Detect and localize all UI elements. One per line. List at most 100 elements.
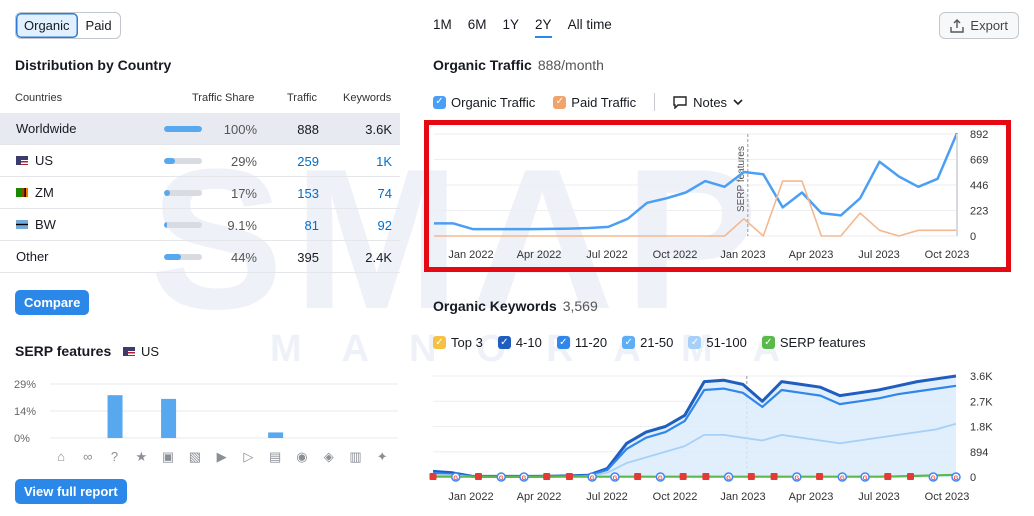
reviews-icon[interactable]: ★ [135, 449, 147, 464]
serp-bar[interactable] [107, 395, 123, 438]
x-tick-label: Oct 2023 [925, 491, 970, 503]
flag-marker-icon[interactable] [747, 473, 755, 480]
news-icon[interactable]: ▥ [349, 449, 361, 464]
view-full-report-button[interactable]: View full report [15, 479, 127, 504]
traffic-value[interactable]: 153 [297, 186, 319, 201]
organic-traffic-label: Organic Traffic [433, 57, 532, 73]
x-tick-label: Apr 2023 [789, 249, 834, 261]
share-bar [164, 222, 202, 228]
x-tick-label: Jul 2022 [586, 491, 628, 503]
sitelinks-icon[interactable]: ∞ [83, 449, 92, 464]
academic-icon[interactable]: ◈ [324, 449, 334, 464]
legend-51-100[interactable]: ✓ 51-100 [688, 335, 747, 350]
google-update-icon[interactable]: G [610, 472, 620, 482]
country-row[interactable]: ZM 17% 153 74 [0, 177, 400, 209]
google-update-icon[interactable]: G [928, 472, 939, 482]
legend-21-50[interactable]: ✓ 21-50 [622, 335, 673, 350]
keywords-value[interactable]: 74 [378, 186, 392, 201]
legend-11-20[interactable]: ✓ 11-20 [556, 335, 607, 350]
period-1m[interactable]: 1M [433, 17, 452, 38]
google-update-icon[interactable]: G [655, 472, 666, 482]
google-update-icon[interactable]: G [837, 472, 848, 482]
video-icon[interactable]: ▶ [217, 449, 227, 464]
flag-marker-icon[interactable] [565, 473, 573, 480]
flag-marker-icon[interactable] [429, 473, 437, 480]
legend-4-10[interactable]: ✓ 4-10 [497, 335, 542, 350]
legend-paid-traffic[interactable]: ✓ Paid Traffic [553, 95, 636, 110]
google-update-icon[interactable]: G [951, 472, 961, 482]
country-row[interactable]: US 29% 259 1K [0, 145, 400, 177]
flag-marker-icon[interactable] [770, 473, 778, 480]
flag-marker-icon[interactable] [907, 473, 915, 480]
checkbox-checked-icon: ✓ [688, 336, 702, 349]
flag-marker-icon[interactable] [634, 473, 642, 480]
google-update-icon[interactable]: G [792, 472, 802, 482]
x-tick-label: Oct 2022 [653, 249, 698, 261]
flag-marker-icon[interactable] [884, 473, 892, 480]
google-update-icon[interactable]: G [496, 472, 506, 482]
google-update-icon[interactable]: G [723, 472, 734, 482]
twitter-icon[interactable]: ✦ [377, 449, 388, 464]
country-row[interactable]: Worldwide 100% 888 3.6K [0, 113, 400, 145]
period-2y[interactable]: 2Y [535, 17, 552, 38]
checkbox-checked-icon: ✓ [622, 336, 636, 349]
share-bar [164, 190, 202, 196]
google-update-icon[interactable]: G [587, 472, 597, 482]
period-selector: 1M 6M 1Y 2Y All time [433, 17, 612, 38]
google-update-icon[interactable]: G [450, 472, 461, 482]
keywords-value[interactable]: 1K [376, 154, 392, 169]
featured-snippet-icon[interactable]: ⌂ [57, 449, 65, 464]
series-line-organic-traffic[interactable] [434, 132, 959, 231]
series-line-paid-traffic[interactable] [434, 180, 957, 237]
svg-text:G: G [522, 476, 527, 482]
country-name: BW [16, 217, 56, 232]
google-update-icon[interactable]: G [860, 472, 870, 482]
country-label: BW [35, 217, 56, 232]
share-bar-fill [164, 126, 202, 132]
country-row[interactable]: Other 44% 395 2.4K [0, 241, 400, 273]
legend-top-3[interactable]: ✓ Top 3 [433, 335, 483, 350]
y-tick-label: 892 [970, 129, 988, 141]
x-tick-label: Apr 2022 [517, 249, 562, 261]
google-update-icon[interactable]: G [519, 472, 529, 482]
legend-organic-traffic[interactable]: ✓ Organic Traffic [433, 95, 535, 110]
people-also-ask-icon[interactable]: ? [111, 449, 118, 464]
serp-features-chart: 29% 14% 0% ⌂ ∞? ★ ▣ ▧ ▶ ▷ ▤ ◉ ◈ ▥ ✦ [14, 379, 398, 464]
image-icon[interactable]: ▣ [162, 449, 174, 464]
traffic-value[interactable]: 259 [297, 154, 319, 169]
keywords-value[interactable]: 92 [378, 218, 392, 233]
flag-marker-icon[interactable] [474, 473, 482, 480]
y-tick-label: 0 [970, 472, 976, 484]
flag-marker-icon[interactable] [679, 473, 687, 480]
svg-text:G: G [794, 476, 799, 482]
featured-video-icon[interactable]: ▷ [243, 449, 253, 464]
period-all-time[interactable]: All time [568, 17, 612, 38]
tab-organic[interactable]: Organic [16, 13, 78, 38]
serp-bar[interactable] [268, 432, 284, 438]
country-label: US [35, 153, 54, 168]
legend-serp-features[interactable]: ✓ SERP features [761, 335, 866, 350]
traffic-value[interactable]: 81 [305, 218, 319, 233]
period-1y[interactable]: 1Y [503, 17, 520, 38]
tab-paid[interactable]: Paid [78, 13, 120, 38]
svg-text:G: G [453, 476, 458, 482]
notes-dropdown[interactable]: Notes [673, 95, 743, 110]
svg-text:G: G [931, 476, 936, 482]
legend-label: 4-10 [515, 335, 542, 350]
flag-marker-icon[interactable] [543, 473, 551, 480]
x-tick-label: Jan 2022 [448, 491, 493, 503]
serp-bar[interactable] [161, 398, 177, 438]
export-button[interactable]: Export [939, 12, 1019, 39]
compare-button[interactable]: Compare [15, 290, 90, 315]
organic-keywords-label: Organic Keywords [433, 298, 557, 314]
image-pack-icon[interactable]: ▧ [189, 449, 201, 464]
country-row[interactable]: BW 9.1% 81 92 [0, 209, 400, 241]
local-pack-icon[interactable]: ◉ [296, 449, 307, 464]
knowledge-panel-icon[interactable]: ▤ [269, 449, 281, 464]
share-bar-fill [164, 158, 176, 164]
period-6m[interactable]: 6M [468, 17, 487, 38]
y-tick-label: 669 [970, 155, 988, 167]
flag-marker-icon[interactable] [702, 473, 710, 480]
serp-country[interactable]: US [123, 344, 159, 359]
flag-marker-icon[interactable] [816, 473, 824, 480]
